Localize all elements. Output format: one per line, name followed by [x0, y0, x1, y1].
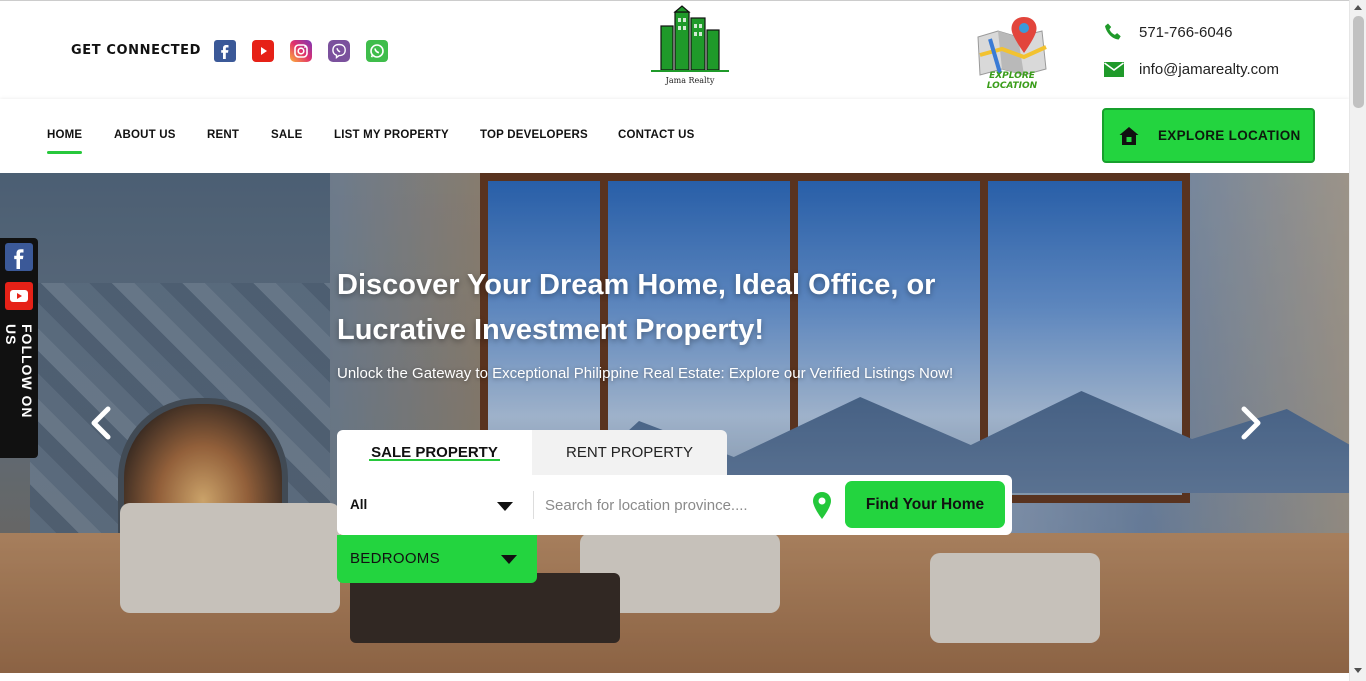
- chevron-down-icon: [501, 555, 517, 564]
- carousel-next-arrow-icon[interactable]: [1236, 403, 1266, 443]
- page-scrollbar[interactable]: [1349, 0, 1366, 681]
- explore-location-button[interactable]: EXPLORE LOCATION: [1102, 108, 1315, 163]
- home-icon: [1119, 126, 1139, 145]
- nav-home[interactable]: HOME: [47, 129, 82, 141]
- logo-text: Jama Realty: [665, 76, 715, 85]
- bedrooms-label: BEDROOMS: [350, 550, 440, 567]
- whatsapp-icon[interactable]: [366, 40, 388, 62]
- facebook-icon[interactable]: [214, 40, 236, 62]
- hero-title: Discover Your Dream Home, Ideal Office, …: [337, 269, 936, 346]
- location-pin-icon[interactable]: [811, 491, 833, 521]
- chevron-down-icon: [497, 502, 513, 511]
- sidebar-facebook-icon[interactable]: [5, 243, 33, 271]
- scroll-thumb[interactable]: [1353, 16, 1364, 108]
- page-bottom-edge: [0, 673, 1349, 681]
- carousel-prev-arrow-icon[interactable]: [86, 403, 116, 443]
- explore-location-label: EXPLORE LOCATION: [1158, 128, 1301, 143]
- nav-about-us[interactable]: ABOUT US: [114, 129, 176, 141]
- main-nav: HOME ABOUT US RENT SALE LIST MY PROPERTY…: [0, 99, 1349, 173]
- email-contact[interactable]: info@jamarealty.com: [1103, 58, 1279, 80]
- top-bar: GET CONNECTED Jama Realty EXPLORE LOCATI…: [0, 0, 1349, 99]
- nav-contact-us[interactable]: CONTACT US: [618, 129, 695, 141]
- mail-icon: [1104, 62, 1124, 77]
- email-address: info@jamarealty.com: [1139, 60, 1279, 78]
- tab-rent-property[interactable]: RENT PROPERTY: [532, 430, 727, 475]
- phone-icon: [1105, 23, 1121, 40]
- find-your-home-button[interactable]: Find Your Home: [845, 481, 1005, 528]
- search-divider: [533, 491, 534, 519]
- scroll-down-arrow-icon[interactable]: [1354, 668, 1362, 673]
- nav-active-underline: [47, 151, 82, 154]
- location-search-input[interactable]: [545, 487, 805, 523]
- active-tab-underline: [369, 459, 500, 461]
- sidebar-youtube-icon[interactable]: [5, 282, 33, 310]
- site-logo[interactable]: Jama Realty: [645, 4, 735, 88]
- hero-subtitle: Unlock the Gateway to Exceptional Philip…: [337, 365, 954, 382]
- nav-rent[interactable]: RENT: [207, 129, 239, 141]
- nav-sale[interactable]: SALE: [271, 129, 302, 141]
- nav-list-my-property[interactable]: LIST MY PROPERTY: [334, 129, 449, 141]
- tab-sale-property[interactable]: SALE PROPERTY: [337, 430, 532, 475]
- viber-icon[interactable]: [328, 40, 350, 62]
- follow-on-us-label: FOLLOW ON US: [3, 324, 35, 419]
- property-tabs: SALE PROPERTY RENT PROPERTY: [337, 430, 727, 475]
- phone-number: 571-766-6046: [1139, 23, 1233, 41]
- follow-sidebar: FOLLOW ON US: [0, 238, 38, 458]
- nav-top-developers[interactable]: TOP DEVELOPERS: [480, 129, 588, 141]
- bedrooms-dropdown[interactable]: BEDROOMS: [337, 535, 537, 583]
- youtube-icon[interactable]: [252, 40, 274, 62]
- explore-graphic-text: EXPLORE LOCATION: [986, 71, 1038, 91]
- instagram-icon[interactable]: [290, 40, 312, 62]
- search-bar: All Find Your Home: [337, 475, 1012, 535]
- scroll-up-arrow-icon[interactable]: [1354, 5, 1362, 10]
- explore-location-graphic[interactable]: EXPLORE LOCATION: [972, 15, 1052, 91]
- tab-rent-property-label: RENT PROPERTY: [566, 444, 693, 461]
- hero-overlay: [0, 173, 1349, 673]
- hero-banner: Discover Your Dream Home, Ideal Office, …: [0, 173, 1349, 673]
- property-type-value: All: [350, 497, 368, 512]
- phone-contact[interactable]: 571-766-6046: [1103, 21, 1232, 43]
- get-connected-label: GET CONNECTED: [71, 43, 202, 58]
